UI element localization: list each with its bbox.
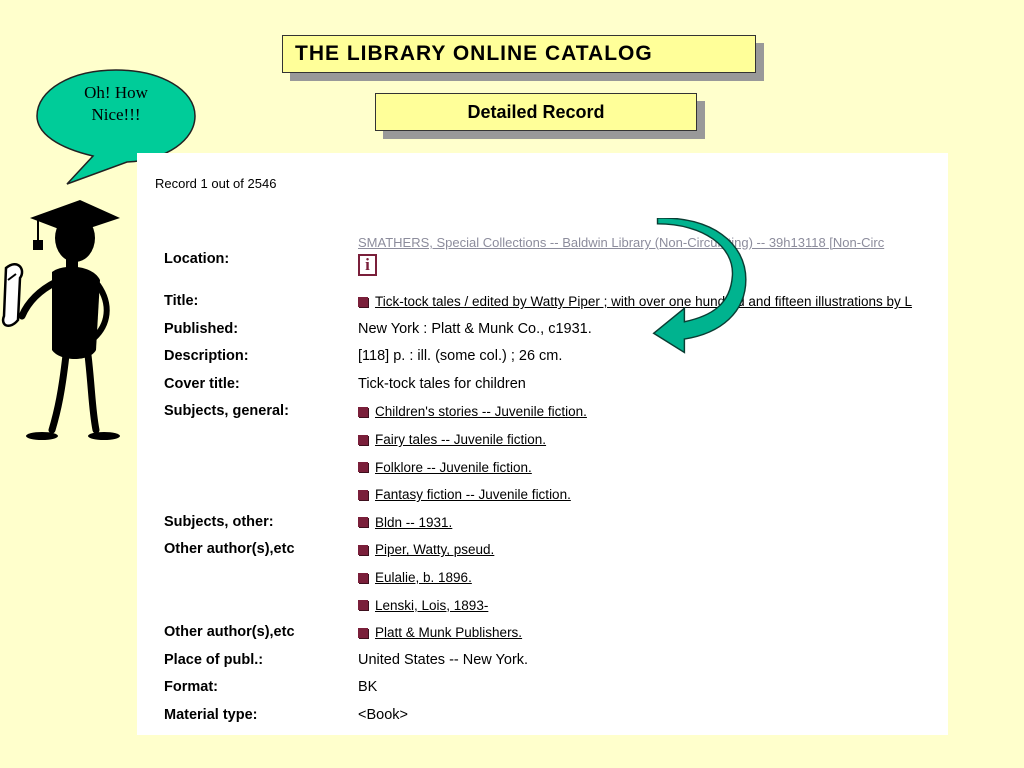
field-link-text: Bldn -- 1931. [375,514,453,530]
field-label: Cover title: [164,375,240,392]
field-link-text: Children's stories -- Juvenile fiction. [375,404,587,420]
record-row: Fantasy fiction -- Juvenile fiction. [137,482,948,508]
location-row: Location: [137,247,948,273]
bullet-icon [358,462,368,473]
bullet-icon [358,296,368,307]
bullet-icon [358,600,368,611]
field-label: Material type: [164,707,258,723]
field-link-text: Lenski, Lois, 1893- [375,597,489,613]
field-link-text: Platt & Munk Publishers. [375,625,523,641]
field-link-text: Fairy tales -- Juvenile fiction. [375,432,547,447]
record-row: Title: Tick-tock tales / edited by Watty … [137,289,948,315]
record-row: Subjects, general: Children's stories -- … [137,399,948,425]
location-link[interactable]: SMATHERS, Special Collections -- Baldwin… [358,235,884,250]
bullet-icon [358,517,368,528]
field-link-text: Folklore -- Juvenile fiction. [375,459,532,475]
record-row: Other author(s),etc Platt & Munk Publishe… [137,620,948,646]
field-link[interactable]: Fantasy fiction -- Juvenile fiction. [358,487,571,502]
field-link-text: Tick-tock tales / edited by Watty Piper … [375,294,913,309]
field-label: Other author(s),etc [164,541,295,558]
field-label: Format: [164,679,218,696]
field-value: United States -- New York. [358,651,529,668]
field-value: Tick-tock tales for children [358,375,526,392]
curved-arrow-icon [652,218,747,354]
record-row: Other author(s),etc Piper, Watty, pseud. [137,537,948,563]
field-value: <Book> [358,707,408,723]
bullet-icon [358,572,368,583]
field-link[interactable]: Platt & Munk Publishers. [358,625,522,640]
record-row: Lenski, Lois, 1893- [137,593,948,619]
field-link[interactable]: Tick-tock tales / edited by Watty Piper … [358,294,912,309]
record-row: Eulalie, b. 1896. [137,565,948,591]
field-link[interactable]: Lenski, Lois, 1893- [358,598,488,613]
record-panel: Record 1 out of 2546 Location: SMATHERS,… [137,153,948,735]
field-label: Subjects, other: [164,513,274,530]
record-row: Format: BK [137,675,948,701]
field-label: Published: [164,320,239,337]
field-link[interactable]: Children's stories -- Juvenile fiction. [358,404,587,419]
field-value: New York : Platt & Munk Co., c1931. [358,320,592,337]
field-link[interactable]: Fairy tales -- Juvenile fiction. [358,432,546,447]
field-label: Other author(s),etc [164,624,295,641]
record-row: Cover title: Tick-tock tales for children [137,372,948,398]
catalog-title: THE LIBRARY ONLINE CATALOG [282,35,756,73]
detailed-record-heading: Detailed Record [375,93,697,131]
bullet-icon [358,489,368,500]
bullet-icon [358,544,368,555]
info-icon[interactable]: i [358,254,377,276]
record-row: Fairy tales -- Juvenile fiction. [137,427,948,453]
field-link[interactable]: Eulalie, b. 1896. [358,570,472,585]
field-label: Subjects, general: [164,403,289,420]
field-value: [118] p. : ill. (some col.) ; 26 cm. [358,348,563,365]
field-value: BK [358,679,378,696]
field-link-text: Piper, Watty, pseud. [375,542,495,558]
field-link-text: Eulalie, b. 1896. [375,570,472,585]
field-label: Place of publ.: [164,651,264,668]
record-row: Material type: <Book> [137,703,948,729]
record-row: Description: [118] p. : ill. (some col.) … [137,344,948,370]
field-link[interactable]: Folklore -- Juvenile fiction. [358,460,532,475]
student-figure-icon [1,200,120,440]
field-label: Description: [164,348,249,365]
record-row: Folklore -- Juvenile fiction. [137,455,948,481]
bullet-icon [358,434,368,445]
record-row: Place of publ.: United States -- New York… [137,648,948,674]
bullet-icon [358,627,368,638]
record-count: Record 1 out of 2546 [155,176,277,191]
bullet-icon [358,406,368,417]
field-link[interactable]: Bldn -- 1931. [358,515,452,530]
speech-bubble-text: Oh! How Nice!!! [84,83,148,124]
location-label: Location: [164,251,230,267]
record-row: Subjects, other: Bldn -- 1931. [137,510,948,536]
record-row: Published: New York : Platt & Munk Co., c… [137,317,948,343]
field-link-text: Fantasy fiction -- Juvenile fiction. [375,487,571,503]
field-label: Title: [164,293,199,309]
field-link[interactable]: Piper, Watty, pseud. [358,542,494,557]
